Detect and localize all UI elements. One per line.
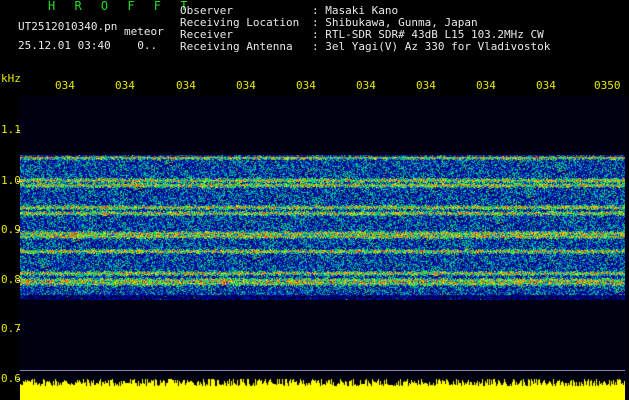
y-tick-mark xyxy=(17,130,20,131)
filename-label: UT2512010340.pn xyxy=(18,20,118,33)
y-tick-label: 1.1 xyxy=(1,123,21,136)
y-tick-label: 0.7 xyxy=(1,322,21,335)
timestamp-label: 25.12.01 03:40 0.. xyxy=(18,39,158,52)
y-tick-label: 1.0 xyxy=(1,174,21,187)
y-tick-label: 0.8 xyxy=(1,273,21,286)
x-tick-label: 034 xyxy=(176,79,196,92)
x-tick-label: 034 xyxy=(55,79,75,92)
x-tick-label: 034 xyxy=(536,79,556,92)
x-tick-label: 034 xyxy=(416,79,436,92)
baseline-line xyxy=(20,370,625,371)
noise-level-bar xyxy=(20,378,625,400)
y-tick-label: 0.9 xyxy=(1,223,21,236)
x-tick-label: 034 xyxy=(356,79,376,92)
y-axis-unit: kHz xyxy=(1,72,21,85)
y-tick-mark xyxy=(17,329,20,330)
station-info-values: : Masaki Kano : Shibukawa, Gunma, Japan … xyxy=(312,4,551,53)
app-brand: H R O F F T xyxy=(48,0,194,13)
x-tick-label: 034 xyxy=(236,79,256,92)
x-tick-label: 034 xyxy=(296,79,316,92)
y-tick-label: 0.6 xyxy=(1,372,21,385)
x-tick-label: 034 xyxy=(476,79,496,92)
x-tick-label: 0350 xyxy=(594,79,621,92)
spectrogram-image xyxy=(20,155,625,300)
mode-tag: meteor xyxy=(124,25,164,38)
x-tick-label: 034 xyxy=(115,79,135,92)
station-info-labels: Observer Receiving Location Receiver Rec… xyxy=(180,4,300,53)
